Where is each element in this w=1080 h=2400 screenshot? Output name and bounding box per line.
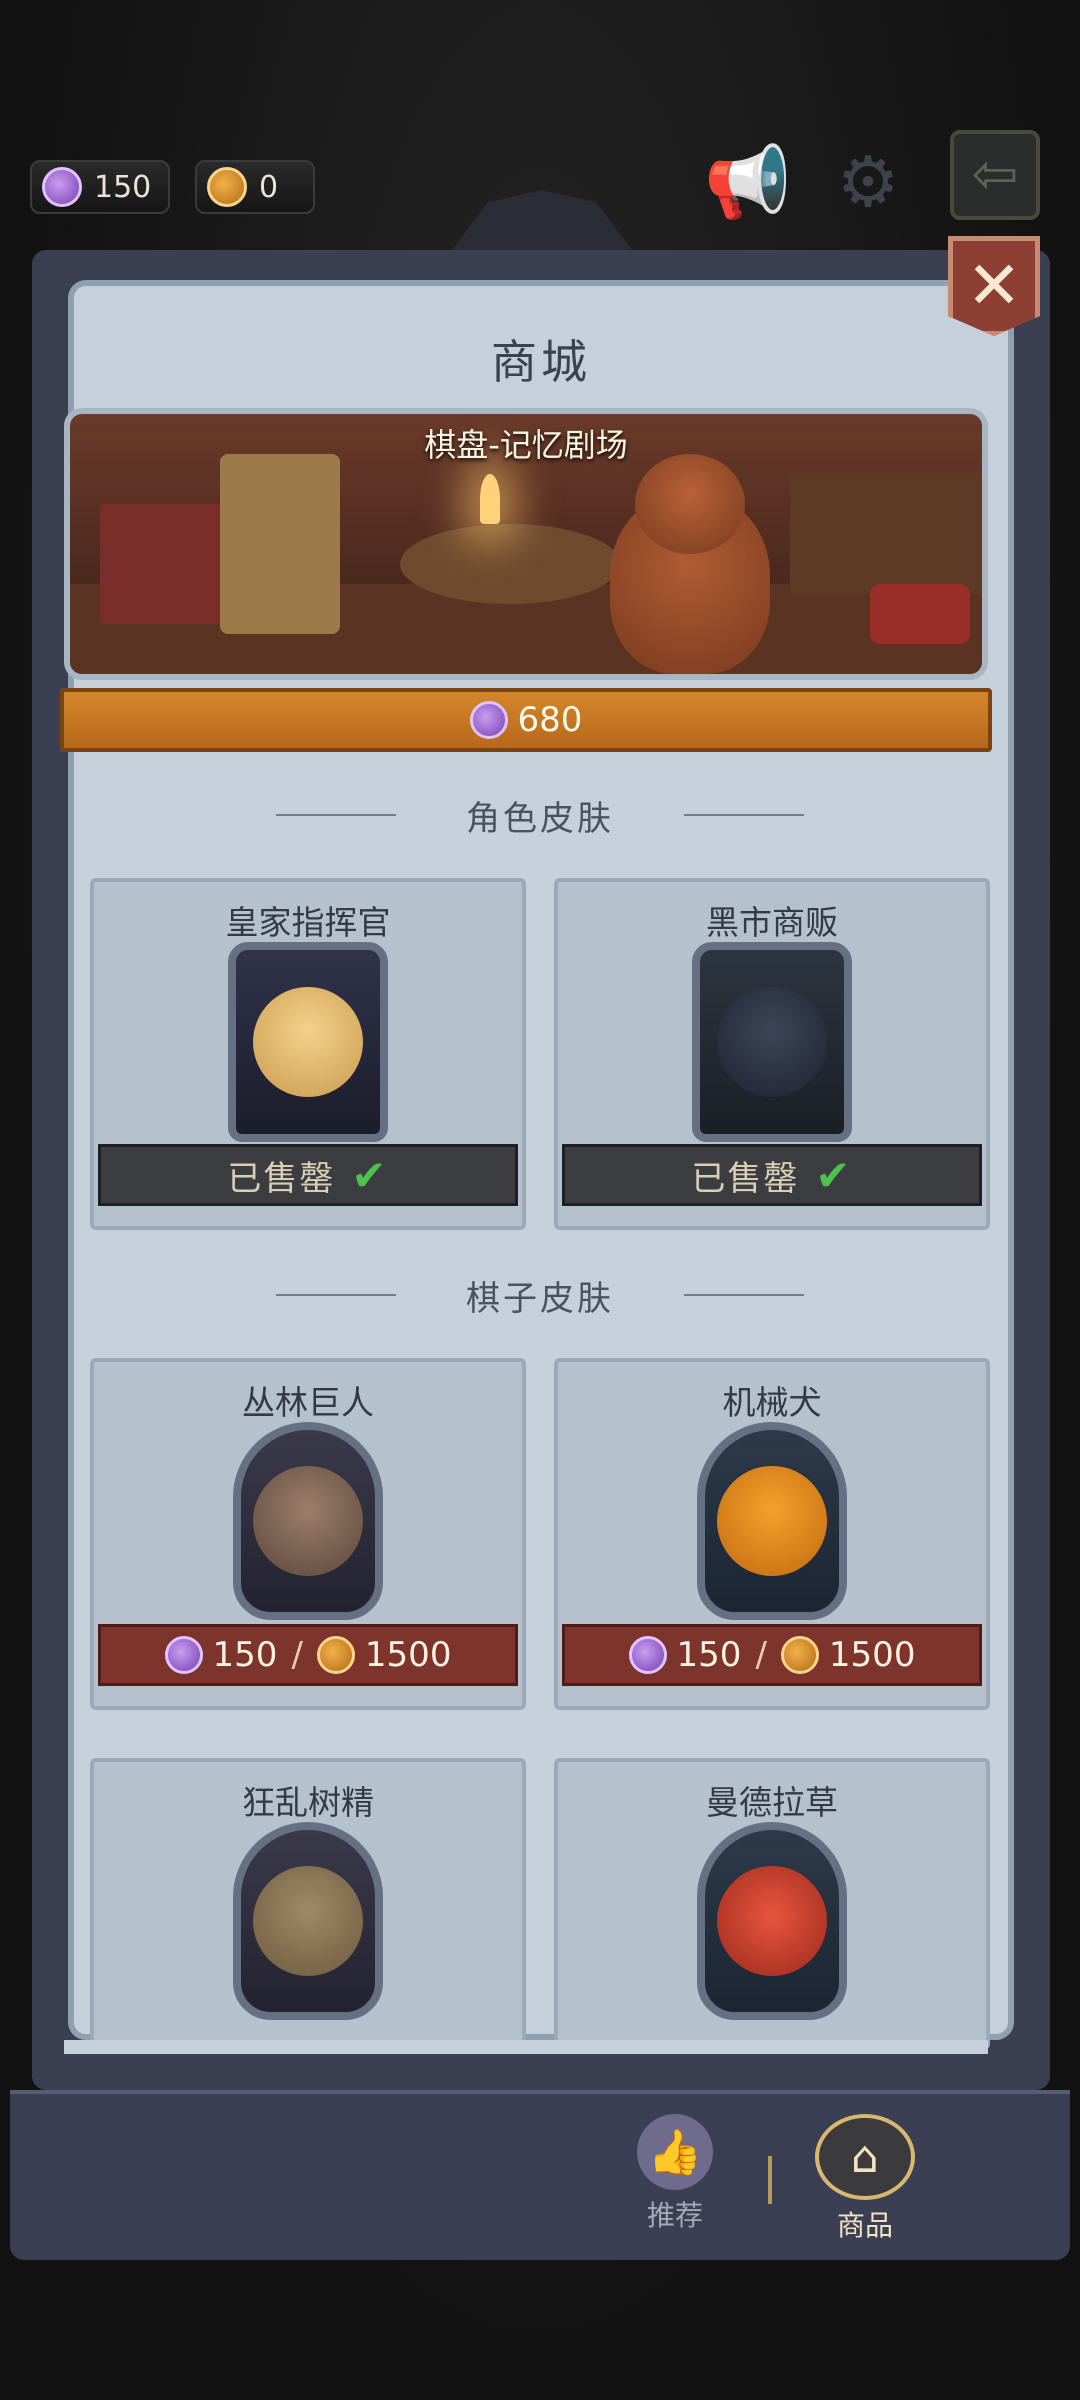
price-pumpkin: 1500 (828, 1635, 916, 1675)
price-pumpkin: 1500 (364, 1635, 452, 1675)
banner-lamp (480, 474, 500, 524)
candy-count: 150 (94, 169, 152, 205)
section-header-character-skins: 角色皮肤 (0, 790, 1080, 840)
page-title: 商城 (491, 335, 591, 389)
portrait-frame (692, 942, 852, 1142)
price-separator: / (755, 1635, 767, 1675)
thumbs-up-icon: 👍 (637, 2114, 713, 2190)
price-separator: / (291, 1635, 303, 1675)
mech-dog-portrait-icon (717, 1466, 827, 1576)
banner-side-table (790, 474, 982, 594)
banner-buy-button[interactable]: 680 (60, 688, 992, 752)
check-icon: ✔ (351, 1150, 389, 1200)
commander-portrait-icon (253, 987, 363, 1097)
sold-out-badge: 已售罄 ✔ (562, 1144, 982, 1206)
price-candy: 150 (676, 1635, 742, 1675)
card-name: 机械犬 (722, 1383, 822, 1422)
pumpkin-currency: 0 (195, 160, 315, 214)
card-name: 狂乱树精 (242, 1783, 374, 1822)
skin-card-black-market-dealer[interactable]: 黑市商贩 已售罄 ✔ (554, 878, 990, 1230)
pumpkin-icon (207, 167, 247, 207)
merchant-portrait-icon (717, 987, 827, 1097)
skin-card-mech-dog[interactable]: 机械犬 150 / 1500 (554, 1358, 990, 1710)
pumpkin-count: 0 (259, 169, 279, 205)
mandrake-portrait-icon (717, 1866, 827, 1976)
section-title: 棋子皮肤 (466, 1278, 614, 1319)
buy-button[interactable]: 150 / 1500 (562, 1624, 982, 1686)
tab-label: 推荐 (646, 2199, 703, 2232)
pumpkin-icon (316, 1636, 355, 1674)
tab-divider (768, 2156, 772, 2204)
portrait-frame (233, 1822, 383, 2020)
candy-icon (628, 1636, 667, 1674)
candy-icon (164, 1636, 203, 1674)
banner-table (400, 524, 620, 604)
bottom-tab-bar: 👍 推荐 ⌂ 商品 (10, 2090, 1070, 2260)
skin-card-royal-commander[interactable]: 皇家指挥官 已售罄 ✔ (90, 878, 526, 1230)
tab-label: 商品 (836, 2209, 893, 2242)
banner-clock (220, 454, 340, 634)
candy-icon (469, 701, 508, 739)
check-icon: ✔ (815, 1150, 853, 1200)
card-name: 皇家指挥官 (225, 903, 391, 942)
portrait-frame (697, 1822, 847, 2020)
jungle-giant-portrait-icon (253, 1466, 363, 1576)
section-title: 角色皮肤 (466, 798, 614, 839)
portrait-frame (228, 942, 388, 1142)
banner-price: 680 (517, 700, 583, 740)
status-text: 已售罄 (227, 1158, 336, 1199)
banner-title: 棋盘-记忆剧场 (424, 426, 628, 464)
gear-icon[interactable]: ⚙ (826, 140, 910, 224)
sold-out-badge: 已售罄 ✔ (98, 1144, 518, 1206)
price-candy: 150 (212, 1635, 278, 1675)
card-name: 曼德拉草 (706, 1783, 838, 1822)
candy-icon (42, 167, 82, 207)
shop-bag-icon: ⌂ (815, 2114, 915, 2200)
candy-currency: 150 (30, 160, 170, 214)
treant-portrait-icon (253, 1866, 363, 1976)
tab-goods[interactable]: ⌂ 商品 (810, 2114, 920, 2244)
portrait-frame (233, 1422, 383, 1620)
close-icon: ✕ (966, 247, 1022, 324)
banner-teddy-bear-head (635, 454, 745, 554)
scroll-edge (64, 2040, 988, 2054)
megaphone-icon[interactable]: 📢 (704, 140, 791, 224)
skin-card-frenzied-treant[interactable]: 狂乱树精 (90, 1758, 526, 2050)
card-name: 黑市商贩 (706, 903, 838, 942)
card-name: 丛林巨人 (242, 1383, 374, 1422)
skin-card-jungle-giant[interactable]: 丛林巨人 150 / 1500 (90, 1358, 526, 1710)
close-button[interactable]: ✕ (948, 236, 1040, 336)
tab-recommend[interactable]: 👍 推荐 (620, 2114, 730, 2244)
banner-stool (870, 584, 970, 644)
buy-button[interactable]: 150 / 1500 (98, 1624, 518, 1686)
status-text: 已售罄 (691, 1158, 800, 1199)
pumpkin-icon (780, 1636, 819, 1674)
skin-card-mandrake[interactable]: 曼德拉草 (554, 1758, 990, 2050)
featured-banner[interactable]: 棋盘-记忆剧场 (64, 408, 988, 680)
section-header-piece-skins: 棋子皮肤 (0, 1270, 1080, 1320)
back-arrow-icon[interactable]: ⇦ (950, 130, 1040, 220)
portrait-frame (697, 1422, 847, 1620)
